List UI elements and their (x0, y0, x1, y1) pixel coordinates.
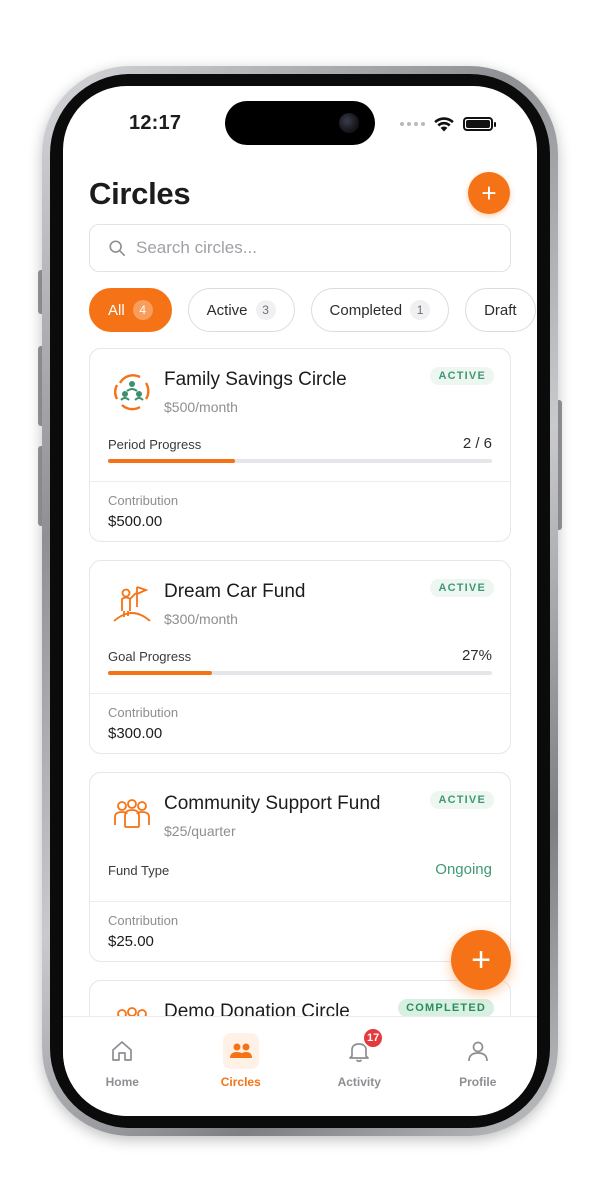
tab-label: Circles (220, 1075, 261, 1089)
notification-badge: 17 (362, 1027, 385, 1049)
search-input[interactable] (136, 238, 476, 258)
tab-icon-wrap (460, 1033, 496, 1069)
progress-bar (108, 671, 492, 675)
card-divider (90, 481, 510, 482)
status-badge: ACTIVE (430, 579, 494, 597)
signal-icon (400, 122, 425, 126)
progress-label: Period Progress (108, 437, 202, 452)
status-badge: COMPLETED (398, 999, 494, 1017)
status-badge: ACTIVE (430, 367, 494, 385)
status-indicators (400, 116, 496, 132)
dynamic-island (225, 101, 375, 145)
floating-add-button[interactable]: + (451, 930, 511, 990)
tab-circles[interactable]: Circles (182, 1017, 301, 1116)
tab-label: Activity (337, 1075, 381, 1089)
filter-chip-draft[interactable]: Draft (465, 288, 536, 332)
fund-type-label: Fund Type (108, 863, 170, 878)
circle-card-family-savings[interactable]: Family Savings Circle $500/month ACTIVE … (89, 348, 511, 542)
filter-chip-active[interactable]: Active 3 (187, 288, 295, 332)
tab-bar: Home Circles 17 Activity Profile (63, 1016, 537, 1116)
contribution-value: $500.00 (108, 513, 163, 530)
group-cycle-icon (114, 374, 150, 411)
tab-home[interactable]: Home (63, 1017, 182, 1116)
progress-value: 2 / 6 (462, 435, 492, 452)
screen: 12:17 Circles + All 4 Active 3 Completed (63, 86, 537, 1116)
card-subtitle: $300/month (164, 611, 238, 627)
community-icon (114, 799, 150, 828)
contribution-value: $300.00 (108, 725, 163, 742)
chip-label: Active (206, 301, 248, 319)
chip-count: 1 (410, 300, 431, 320)
search-icon (109, 240, 126, 257)
progress-bar (108, 459, 492, 463)
filter-chips: All 4 Active 3 Completed 1 Draft (89, 288, 537, 332)
tab-label: Home (105, 1075, 139, 1089)
add-circle-button[interactable]: + (468, 172, 510, 214)
chip-count: 3 (255, 300, 276, 320)
page-title: Circles (89, 176, 191, 211)
circle-card-dream-car[interactable]: Dream Car Fund $300/month ACTIVE Goal Pr… (89, 560, 511, 754)
battery-icon (463, 117, 496, 131)
card-divider (90, 901, 510, 902)
filter-chip-all[interactable]: All 4 (89, 288, 172, 332)
contribution-label: Contribution (108, 705, 179, 720)
search-box[interactable] (89, 224, 511, 272)
people-icon (229, 1043, 252, 1058)
filter-chip-completed[interactable]: Completed 1 (310, 288, 450, 332)
fund-type-value: Ongoing (435, 861, 492, 878)
progress-label: Goal Progress (108, 649, 192, 664)
tab-label: Profile (459, 1075, 497, 1089)
home-icon (112, 1041, 133, 1061)
tab-icon-wrap (222, 1033, 259, 1069)
card-title: Community Support Fund (164, 793, 381, 814)
tab-profile[interactable]: Profile (419, 1017, 538, 1116)
card-subtitle: $25/quarter (164, 823, 236, 839)
contribution-value: $25.00 (108, 933, 154, 950)
wifi-icon (434, 117, 454, 132)
goal-flag-icon (113, 586, 151, 622)
card-subtitle: $500/month (164, 399, 238, 415)
chip-count: 4 (132, 300, 153, 320)
card-divider (90, 693, 510, 694)
progress-fill (108, 459, 235, 463)
tab-icon-wrap (104, 1033, 140, 1069)
chip-label: All (108, 301, 125, 319)
contribution-label: Contribution (108, 913, 179, 928)
camera-icon (339, 113, 359, 133)
circle-card-community-support[interactable]: Community Support Fund $25/quarter ACTIV… (89, 772, 511, 962)
contribution-label: Contribution (108, 493, 179, 508)
status-badge: ACTIVE (430, 791, 494, 809)
status-time: 12:17 (129, 112, 182, 134)
person-icon (467, 1041, 488, 1062)
card-title: Dream Car Fund (164, 581, 306, 602)
progress-value: 27% (461, 647, 492, 664)
chip-label: Completed (329, 301, 403, 319)
card-title: Family Savings Circle (164, 369, 347, 390)
chip-label: Draft (484, 301, 517, 319)
progress-fill (108, 671, 212, 675)
tab-activity[interactable]: 17 Activity (300, 1017, 419, 1116)
